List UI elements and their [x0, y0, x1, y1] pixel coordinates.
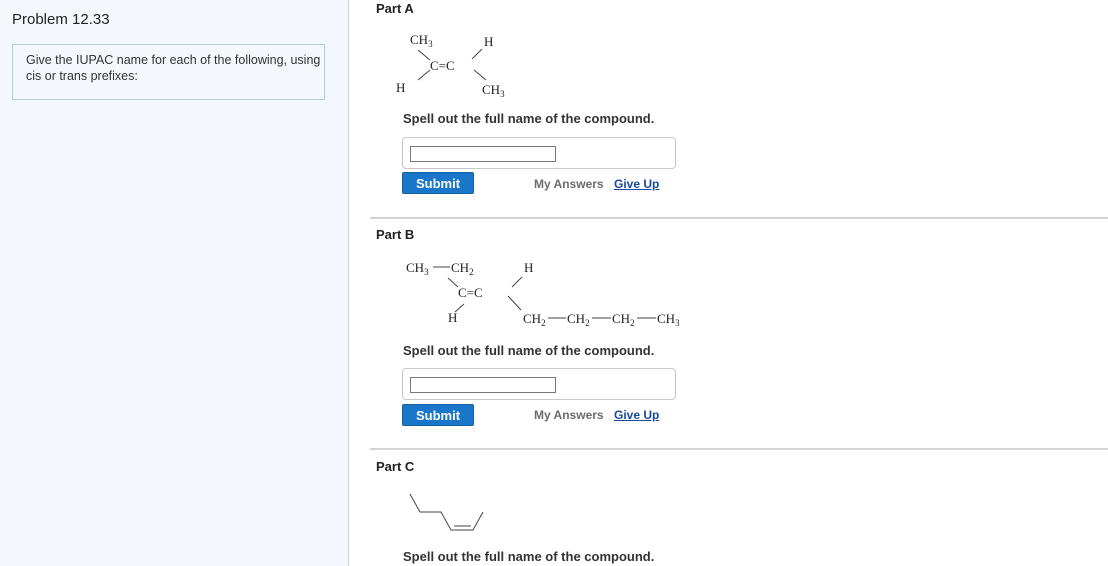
problem-sidebar: Problem 12.33 Give the IUPAC name for ea… [0, 0, 349, 566]
part-a-prompt: Spell out the full name of the compound. [403, 111, 655, 126]
part-a-give-up-link[interactable]: Give Up [614, 177, 659, 191]
struct-b-h-bottom: H [448, 310, 457, 325]
part-b-answer-input[interactable] [410, 377, 556, 393]
struct-b-double-bond: C=C [458, 285, 483, 300]
part-a-answer-box [402, 137, 676, 169]
part-c-skeletal-structure [409, 493, 484, 531]
svg-text:CH2: CH2 [523, 311, 546, 328]
struct-a-double-bond: C=C [430, 58, 455, 73]
svg-text:CH2: CH2 [567, 311, 590, 328]
struct-b-ch3: CH3 [406, 260, 429, 277]
svg-text:CH2: CH2 [612, 311, 635, 328]
part-a-answer-input[interactable] [410, 146, 556, 162]
part-a-structure: CH3 H C=C H CH3 [396, 32, 505, 99]
struct-b-h-top: H [524, 260, 533, 275]
part-divider [370, 217, 1108, 219]
part-b-prompt: Spell out the full name of the compound. [403, 343, 655, 358]
part-c-prompt: Spell out the full name of the compound. [403, 549, 655, 564]
part-b-submit-button[interactable]: Submit [402, 404, 474, 426]
part-a-my-answers-link[interactable]: My Answers [534, 177, 604, 191]
struct-a-ch3-bottom: CH3 [482, 82, 505, 99]
problem-instructions: Give the IUPAC name for each of the foll… [12, 44, 325, 100]
part-b-structure: CH3 CH2 H C=C H CH2 CH2 CH2 CH3 [406, 260, 680, 328]
struct-a-h-bottom: H [396, 80, 405, 95]
part-b-give-up-link[interactable]: Give Up [614, 408, 659, 422]
part-b-my-answers-link[interactable]: My Answers [534, 408, 604, 422]
part-divider [370, 448, 1108, 450]
problem-title: Problem 12.33 [12, 11, 110, 28]
part-b-label: Part B [376, 227, 415, 242]
struct-a-h-top: H [484, 34, 493, 49]
svg-text:CH3: CH3 [657, 311, 680, 328]
struct-b-ch2: CH2 [451, 260, 474, 277]
struct-a-ch3-top: CH3 [410, 32, 433, 49]
part-a-submit-button[interactable]: Submit [402, 172, 474, 194]
part-c-label: Part C [376, 459, 415, 474]
part-b-answer-box [402, 368, 676, 400]
struct-b-chain: CH2 CH2 CH2 CH3 [523, 311, 680, 328]
part-a-label: Part A [376, 1, 414, 16]
